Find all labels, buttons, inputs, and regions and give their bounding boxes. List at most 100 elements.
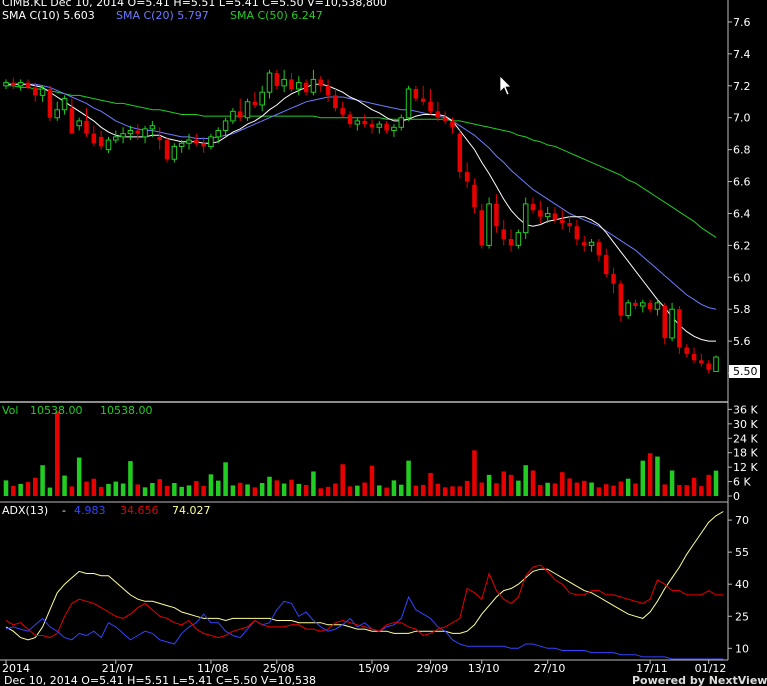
volume-bar[interactable] [340, 464, 345, 496]
volume-bar[interactable] [523, 465, 528, 496]
volume-bar[interactable] [230, 485, 236, 496]
candle[interactable] [522, 197, 529, 239]
volume-bar[interactable] [157, 479, 162, 496]
volume-bar[interactable] [677, 484, 682, 496]
volume-bar[interactable] [311, 471, 316, 496]
candle[interactable] [405, 85, 412, 121]
volume-bar[interactable] [384, 487, 389, 496]
volume-bar[interactable] [11, 485, 16, 496]
volume-bar[interactable] [479, 482, 485, 496]
volume-bar[interactable] [201, 485, 206, 496]
volume-bar[interactable] [245, 484, 250, 496]
volume-bar[interactable] [669, 470, 675, 496]
volume-bar[interactable] [18, 483, 23, 496]
volume-bar[interactable] [347, 486, 353, 496]
volume-bar[interactable] [574, 482, 580, 496]
volume-bar[interactable] [501, 471, 507, 496]
volume-bar[interactable] [333, 483, 338, 496]
volume-bar[interactable] [208, 474, 214, 496]
volume-bar[interactable] [508, 474, 514, 496]
volume-bar[interactable] [237, 482, 243, 496]
volume-bar[interactable] [391, 480, 397, 496]
volume-bar[interactable] [684, 485, 689, 496]
candle[interactable] [713, 355, 719, 372]
candle[interactable] [171, 143, 178, 163]
candle[interactable] [244, 98, 251, 121]
volume-bar[interactable] [369, 465, 375, 496]
volume-bar[interactable] [142, 487, 148, 496]
candle[interactable] [164, 136, 170, 163]
volume-bar[interactable] [69, 486, 75, 496]
volume-bar[interactable] [655, 456, 660, 496]
volume-bar[interactable] [303, 484, 309, 496]
volume-bar[interactable] [106, 483, 111, 496]
volume-bar[interactable] [457, 486, 463, 496]
volume-bar[interactable] [545, 482, 550, 496]
volume-bar[interactable] [581, 480, 587, 496]
volume-bar[interactable] [435, 483, 441, 496]
volume-bar[interactable] [150, 483, 155, 496]
volume-bar[interactable] [325, 486, 331, 496]
volume-bar[interactable] [713, 470, 719, 496]
volume-bar[interactable] [486, 474, 492, 496]
candle[interactable] [47, 85, 53, 121]
volume-bar[interactable] [259, 483, 265, 496]
volume-bar[interactable] [164, 485, 170, 496]
volume-bar[interactable] [442, 487, 448, 496]
volume-bar[interactable] [289, 479, 294, 496]
volume-bar[interactable] [355, 485, 360, 496]
volume-bar[interactable] [516, 480, 521, 496]
volume-bar[interactable] [84, 481, 89, 496]
volume-bar[interactable] [428, 472, 433, 496]
chart-canvas[interactable]: 7.67.47.27.06.86.66.46.26.05.85.65.4 36 … [0, 0, 767, 686]
candle[interactable] [515, 229, 522, 249]
volume-bar[interactable] [135, 484, 141, 496]
volume-bar[interactable] [54, 411, 60, 496]
volume-bar[interactable] [98, 486, 104, 496]
volume-bar[interactable] [47, 487, 53, 496]
volume-bar[interactable] [91, 478, 97, 496]
volume-bar[interactable] [662, 484, 668, 496]
volume-bar[interactable] [398, 484, 404, 496]
volume-bar[interactable] [699, 486, 704, 496]
volume-bar[interactable] [450, 486, 455, 496]
volume-bar[interactable] [530, 470, 536, 496]
volume-bar[interactable] [120, 483, 126, 496]
volume-bar[interactable] [186, 485, 192, 496]
candle[interactable] [677, 306, 682, 354]
volume-bar[interactable] [252, 487, 258, 496]
volume-bar[interactable] [633, 483, 638, 496]
candle[interactable] [486, 197, 492, 249]
volume-bar[interactable] [472, 450, 477, 496]
volume-bar[interactable] [640, 460, 646, 496]
candle[interactable] [457, 130, 463, 179]
volume-bar[interactable] [406, 460, 411, 496]
volume-bar[interactable] [464, 480, 470, 496]
volume-bar[interactable] [618, 481, 624, 496]
volume-bar[interactable] [706, 474, 711, 496]
volume-bar[interactable] [62, 475, 67, 496]
volume-bar[interactable] [494, 483, 499, 496]
volume-bar[interactable] [596, 487, 602, 496]
volume-bar[interactable] [296, 483, 302, 496]
volume-bar[interactable] [611, 485, 616, 496]
volume-bar[interactable] [420, 484, 426, 496]
volume-bar[interactable] [223, 462, 228, 496]
volume-bar[interactable] [274, 480, 280, 496]
volume-bar[interactable] [33, 477, 38, 496]
candle[interactable] [625, 299, 631, 319]
volume-bar[interactable] [215, 480, 221, 496]
volume-bar[interactable] [194, 481, 199, 496]
volume-bar[interactable] [179, 486, 184, 496]
volume-bar[interactable] [552, 483, 558, 496]
volume-bar[interactable] [538, 484, 543, 496]
volume-bar[interactable] [625, 478, 631, 496]
volume-bar[interactable] [413, 485, 419, 496]
volume-bar[interactable] [25, 482, 31, 496]
volume-bar[interactable] [40, 465, 45, 496]
volume-bar[interactable] [281, 483, 287, 496]
volume-bar[interactable] [76, 457, 82, 496]
volume-bar[interactable] [560, 472, 565, 496]
candle[interactable] [479, 203, 485, 249]
volume-bar[interactable] [377, 485, 382, 496]
